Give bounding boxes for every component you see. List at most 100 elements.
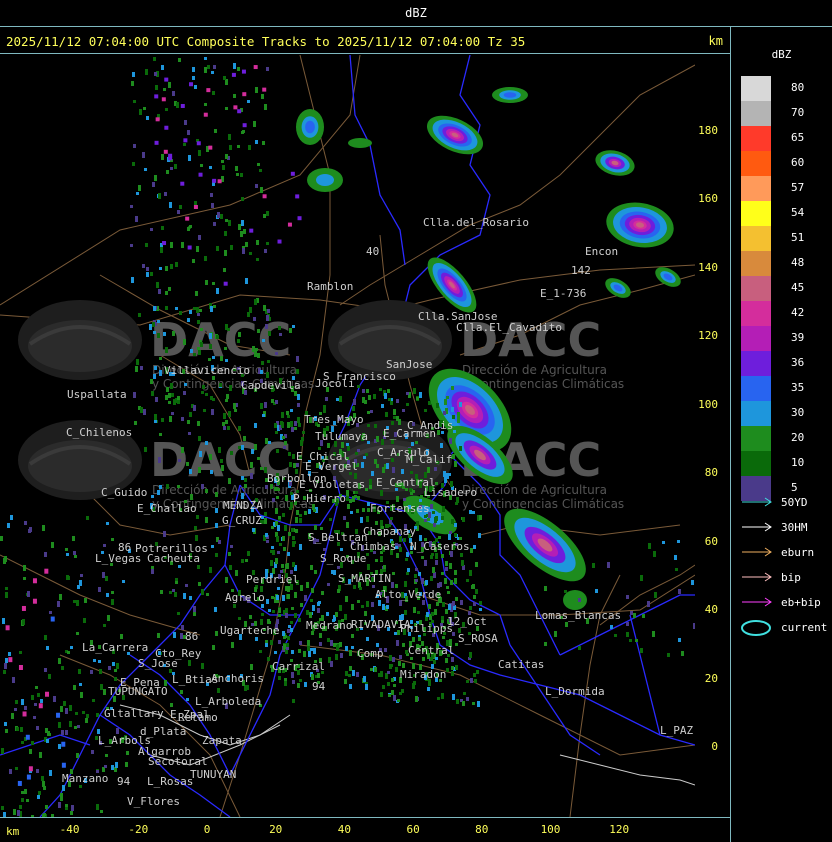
place-label: E_Carmen <box>383 427 436 440</box>
place-label: Agrelo <box>225 591 265 604</box>
place-label: Gltallary <box>104 707 164 720</box>
track-label: eburn <box>781 546 815 559</box>
place-label: TUNUYAN <box>190 768 236 781</box>
place-label: La_Carrera <box>82 641 148 654</box>
place-label: Anchoris <box>211 672 264 685</box>
place-label: Secotoral <box>148 755 208 768</box>
x-tick-label: -20 <box>128 823 149 836</box>
track-arrow-icon <box>742 522 772 532</box>
scale-swatch-10 <box>741 451 771 476</box>
dacc-watermark: DACCDirección de Agriculturay Contingenc… <box>18 420 314 511</box>
place-label: 142 <box>571 264 591 277</box>
place-label: Clla.del_Rosario <box>423 216 529 229</box>
y-tick-label: 120 <box>698 329 718 342</box>
y-unit-label: km <box>708 34 723 48</box>
x-axis: km -40 -20 0 20 40 60 80 100 120 <box>0 818 730 842</box>
y-tick-label: 0 <box>711 740 718 753</box>
place-label: MENDZA <box>223 499 263 512</box>
y-axis: 180 160 140 120 100 80 60 40 20 0 <box>695 55 730 817</box>
dbz-color-scale: 80 70 65 60 57 54 51 48 45 42 39 36 35 30 20 10 5 <box>741 76 804 501</box>
dbz-legend: dBZ 80 70 65 60 57 54 51 48 45 42 39 36 35 30 20 10 5 50… <box>731 28 832 842</box>
scale-swatch-70 <box>741 101 771 126</box>
place-label: 40 <box>366 245 379 258</box>
scale-label-30: 30 <box>791 406 805 419</box>
place-label: Chapanay <box>363 525 416 538</box>
composite-tracks-header: 2025/11/12 07:04:00 UTC Composite Tracks… <box>6 34 526 49</box>
place-label: L_Rosas <box>147 775 193 788</box>
place-label: Capdevila <box>241 379 301 392</box>
track-label: 30HM <box>781 521 808 534</box>
place-label: Uspallata <box>67 388 127 401</box>
track-legend-50YD: 50YD <box>741 494 831 512</box>
storm-cell <box>492 87 528 103</box>
track-label: current <box>781 621 828 634</box>
place-label: TUPUNGATO <box>108 685 168 698</box>
scale-swatch-35 <box>741 376 771 401</box>
scale-label-10: 10 <box>791 456 805 469</box>
place-label: Lisadero <box>424 486 477 499</box>
scale-label-80: 80 <box>791 81 805 94</box>
y-tick-label: 60 <box>704 534 718 548</box>
dacc-watermark: DACCDirección de Agriculturay Contingenc… <box>18 300 314 391</box>
place-label: Manzano <box>62 772 108 785</box>
place-label: E_Challao <box>137 502 197 515</box>
scale-label-48: 48 <box>791 256 805 269</box>
svg-text:Dirección de Agricultura: Dirección de Agricultura <box>462 363 607 377</box>
place-label: 86 <box>118 541 131 554</box>
place-label: Comp <box>357 647 384 660</box>
scale-label-35: 35 <box>791 381 805 394</box>
place-label: C_Guido <box>101 486 147 499</box>
y-tick-label: 180 <box>698 123 718 137</box>
place-label: S_Roque <box>320 552 366 565</box>
current-ellipse-icon <box>741 620 771 636</box>
place-label: Carrizal <box>272 660 325 673</box>
radar-map-canvas[interactable]: DACCDirección de Agriculturay Contingenc… <box>0 55 695 817</box>
place-label: M_Calif <box>406 453 452 466</box>
scale-swatch-80 <box>741 76 771 101</box>
scale-label-20: 20 <box>791 431 805 444</box>
track-arrow-icon <box>742 497 772 507</box>
storm-cell <box>307 168 343 192</box>
scale-label-60: 60 <box>791 156 805 169</box>
x-tick-label: 60 <box>406 823 420 836</box>
place-label: L_Dormida <box>545 685 605 698</box>
x-tick-label: 40 <box>337 823 352 836</box>
place-label: L_PAZ <box>660 724 693 737</box>
x-tick-label: 80 <box>475 823 489 836</box>
scale-swatch-60 <box>741 151 771 176</box>
place-label: Fortenses <box>370 502 430 515</box>
place-label: 86 <box>185 630 198 643</box>
place-label: S_ROSA <box>458 632 498 645</box>
scale-swatch-45 <box>741 276 771 301</box>
place-label: 12_Oct <box>447 615 487 628</box>
scale-swatch-30 <box>741 401 771 426</box>
place-label: S_MARTIN <box>338 572 391 585</box>
scale-swatch-65 <box>741 126 771 151</box>
scale-label-57: 57 <box>791 181 805 194</box>
y-tick-label: 80 <box>704 466 718 479</box>
place-label: Perdriel <box>246 573 299 586</box>
place-label: Encon <box>585 245 618 258</box>
scale-swatch-51 <box>741 226 771 251</box>
x-tick-label: 0 <box>203 823 211 836</box>
place-label: L_Arboleda <box>195 695 261 708</box>
scale-label-5: 5 <box>791 481 798 494</box>
place-label: SanJose <box>386 358 432 371</box>
storm-cell <box>595 150 635 176</box>
title-bar: dBZ <box>0 0 832 27</box>
place-label: Tres_Mayo <box>304 413 364 426</box>
place-label: Alto_Verde <box>375 588 441 601</box>
scale-swatch-39 <box>741 326 771 351</box>
y-tick-label: 140 <box>698 260 718 274</box>
radar-map[interactable]: DACC Dirección de Agricultura y Contingenc… <box>0 55 695 817</box>
place-label: Catitas <box>498 658 544 671</box>
place-label: Ugarteche <box>220 624 280 637</box>
scale-swatch-48 <box>741 251 771 276</box>
scale-label-51: 51 <box>791 231 805 244</box>
track-legend-current: current <box>741 619 831 637</box>
scale-label-45: 45 <box>791 281 805 294</box>
y-tick-label: 100 <box>698 397 718 411</box>
legend-title: dBZ <box>771 48 792 61</box>
place-label: Medrano <box>306 619 352 632</box>
place-label: V_Flores <box>127 795 180 808</box>
